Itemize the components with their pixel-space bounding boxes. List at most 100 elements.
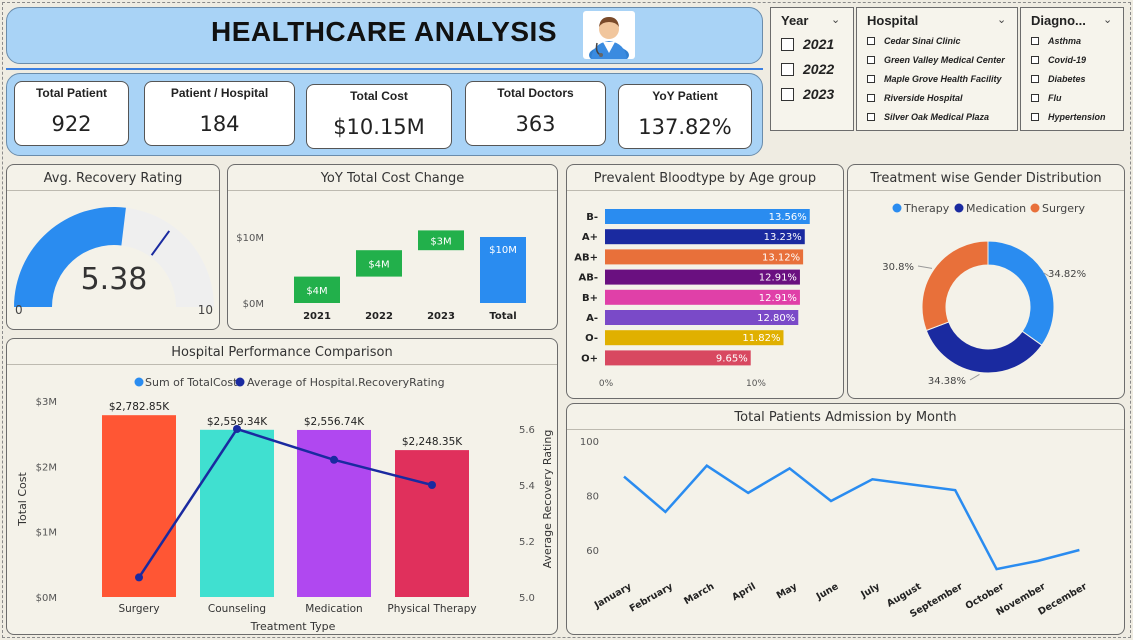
year-option-2021[interactable]: 2021 — [781, 36, 834, 52]
option-label: Maple Grove Health Facility — [884, 74, 1002, 84]
checkbox[interactable] — [1031, 75, 1039, 83]
combo-chart: Sum of TotalCost Average of Hospital.Reco… — [16, 376, 554, 633]
data-label: 30.8% — [882, 262, 914, 273]
recovery-gauge-card: Avg. Recovery Rating 5.38 0 10 — [6, 164, 220, 330]
y-tick-label: O- — [585, 333, 598, 344]
y-tick-label: 100 — [580, 437, 599, 448]
hospital-option[interactable]: Cedar Sinai Clinic — [867, 36, 961, 46]
checkbox[interactable] — [867, 37, 875, 45]
recovery-line — [137, 427, 433, 579]
kpi-label: Patient / Hospital — [170, 86, 269, 100]
diagnosis-option[interactable]: Hypertension — [1031, 112, 1106, 122]
year-option-2023[interactable]: 2023 — [781, 86, 834, 102]
option-label: Covid-19 — [1048, 55, 1087, 65]
diagnosis-option[interactable]: Diabetes — [1031, 74, 1086, 84]
y2-tick-label: 5.0 — [519, 593, 535, 604]
kpi-value: 184 — [199, 112, 240, 136]
recovery-point — [233, 425, 241, 433]
kpi-label: Total Patient — [35, 86, 108, 100]
y2-tick-label: 5.4 — [519, 481, 535, 492]
page-title: HEALTHCARE ANALYSIS — [210, 16, 558, 47]
bloodtype-card: Prevalent Bloodtype by Age group B- 13.56… — [566, 164, 844, 399]
diagnosis-option[interactable]: Covid-19 — [1031, 55, 1086, 65]
checkbox[interactable] — [1031, 113, 1039, 121]
chevron-down-icon[interactable]: ⌄ — [997, 13, 1006, 26]
y-axis-title: Total Cost — [16, 472, 29, 527]
x-tick-label: May — [775, 581, 800, 602]
y2-tick-label: 5.2 — [519, 537, 535, 548]
data-label: 12.91% — [759, 293, 797, 304]
legend-marker — [1030, 203, 1040, 213]
recovery-point — [428, 481, 436, 489]
data-label: $2,556.74K — [304, 416, 365, 428]
legend-label: Medication — [966, 202, 1026, 215]
checkbox[interactable] — [781, 87, 794, 101]
data-label: 12.80% — [757, 313, 795, 324]
y-tick-label: $0M — [243, 299, 264, 310]
slicer-title: Diagno... — [1031, 13, 1086, 28]
option-label: 2022 — [803, 61, 835, 77]
data-label: 34.38% — [928, 376, 966, 387]
checkbox[interactable] — [781, 37, 794, 51]
x-axis-title: Treatment Type — [250, 620, 336, 633]
chevron-down-icon[interactable]: ⌄ — [1103, 13, 1112, 26]
kpi-value: 137.82% — [638, 115, 732, 139]
year-option-2022[interactable]: 2022 — [781, 61, 834, 77]
y-tick-label: $10M — [236, 233, 264, 244]
cost-bar — [200, 429, 274, 597]
option-label: Asthma — [1048, 36, 1082, 46]
data-label: 13.12% — [762, 252, 800, 263]
hospital-option[interactable]: Maple Grove Health Facility — [867, 74, 1002, 84]
hospital-option[interactable]: Silver Oak Medical Plaza — [867, 112, 989, 122]
option-label: Flu — [1048, 93, 1062, 103]
option-label: 2023 — [803, 86, 835, 102]
diagnosis-option[interactable]: Asthma — [1031, 36, 1081, 46]
kpi-label: YoY Patient — [652, 89, 718, 103]
x-tick-label: February — [628, 581, 676, 615]
y-tick-label: B- — [586, 212, 598, 223]
hospital-option[interactable]: Riverside Hospital — [867, 93, 963, 103]
x-tick-label: June — [814, 581, 841, 603]
data-label: $2,782.85K — [109, 401, 170, 413]
hospital-option[interactable]: Green Valley Medical Center — [867, 55, 1005, 65]
cost-bar — [102, 415, 176, 597]
x-tick-label: Surgery — [118, 603, 159, 615]
x-tick-label: 2022 — [365, 311, 393, 322]
recovery-point — [330, 455, 338, 464]
x-tick-label: 2023 — [427, 311, 455, 322]
x-tick-label: April — [730, 581, 757, 603]
option-label: Diabetes — [1048, 74, 1086, 84]
kpi-total-patient: Total Patient 922 — [14, 81, 129, 146]
x-tick-label: March — [682, 581, 716, 607]
admission-line — [623, 464, 1080, 571]
gender-distribution-card: Treatment wise Gender Distribution Thera… — [847, 164, 1125, 399]
y-tick-label: 60 — [586, 546, 599, 557]
legend-label: Surgery — [1042, 202, 1086, 215]
data-label: 12.91% — [759, 273, 797, 284]
checkbox[interactable] — [867, 75, 875, 83]
legend-label: Therapy — [903, 202, 950, 215]
year-slicer: Year ⌄ 2021 2022 2023 — [770, 7, 854, 131]
legend-marker — [235, 377, 245, 387]
checkbox[interactable] — [1031, 37, 1039, 45]
chevron-down-icon[interactable]: ⌄ — [831, 13, 840, 26]
legend-label: Average of Hospital.RecoveryRating — [247, 376, 445, 389]
checkbox[interactable] — [1031, 94, 1039, 102]
data-label: $2,248.35K — [402, 436, 463, 448]
waterfall-chart: $10M $0M $4M 2021 $4M 2022 $3M 2023 $10M Total — [236, 230, 526, 322]
checkbox[interactable] — [867, 113, 875, 121]
x-tick-label: Total — [489, 311, 516, 322]
hospital-performance-card: Hospital Performance Comparison Sum of T… — [6, 338, 558, 635]
diagnosis-slicer: Diagno... ⌄ Asthma Covid-19 Diabetes Flu… — [1020, 7, 1124, 131]
hospital-slicer: Hospital ⌄ Cedar Sinai Clinic Green Vall… — [856, 7, 1018, 131]
data-label: 11.82% — [742, 333, 780, 344]
checkbox[interactable] — [867, 56, 875, 64]
y-tick-label: $2M — [36, 462, 57, 473]
checkbox[interactable] — [781, 62, 794, 76]
x-tick-label: July — [858, 581, 882, 601]
checkbox[interactable] — [867, 94, 875, 102]
checkbox[interactable] — [1031, 56, 1039, 64]
diagnosis-option[interactable]: Flu — [1031, 93, 1062, 103]
kpi-patient-per-hospital: Patient / Hospital 184 — [144, 81, 295, 146]
kpi-total-cost: Total Cost $10.15M — [306, 84, 452, 149]
